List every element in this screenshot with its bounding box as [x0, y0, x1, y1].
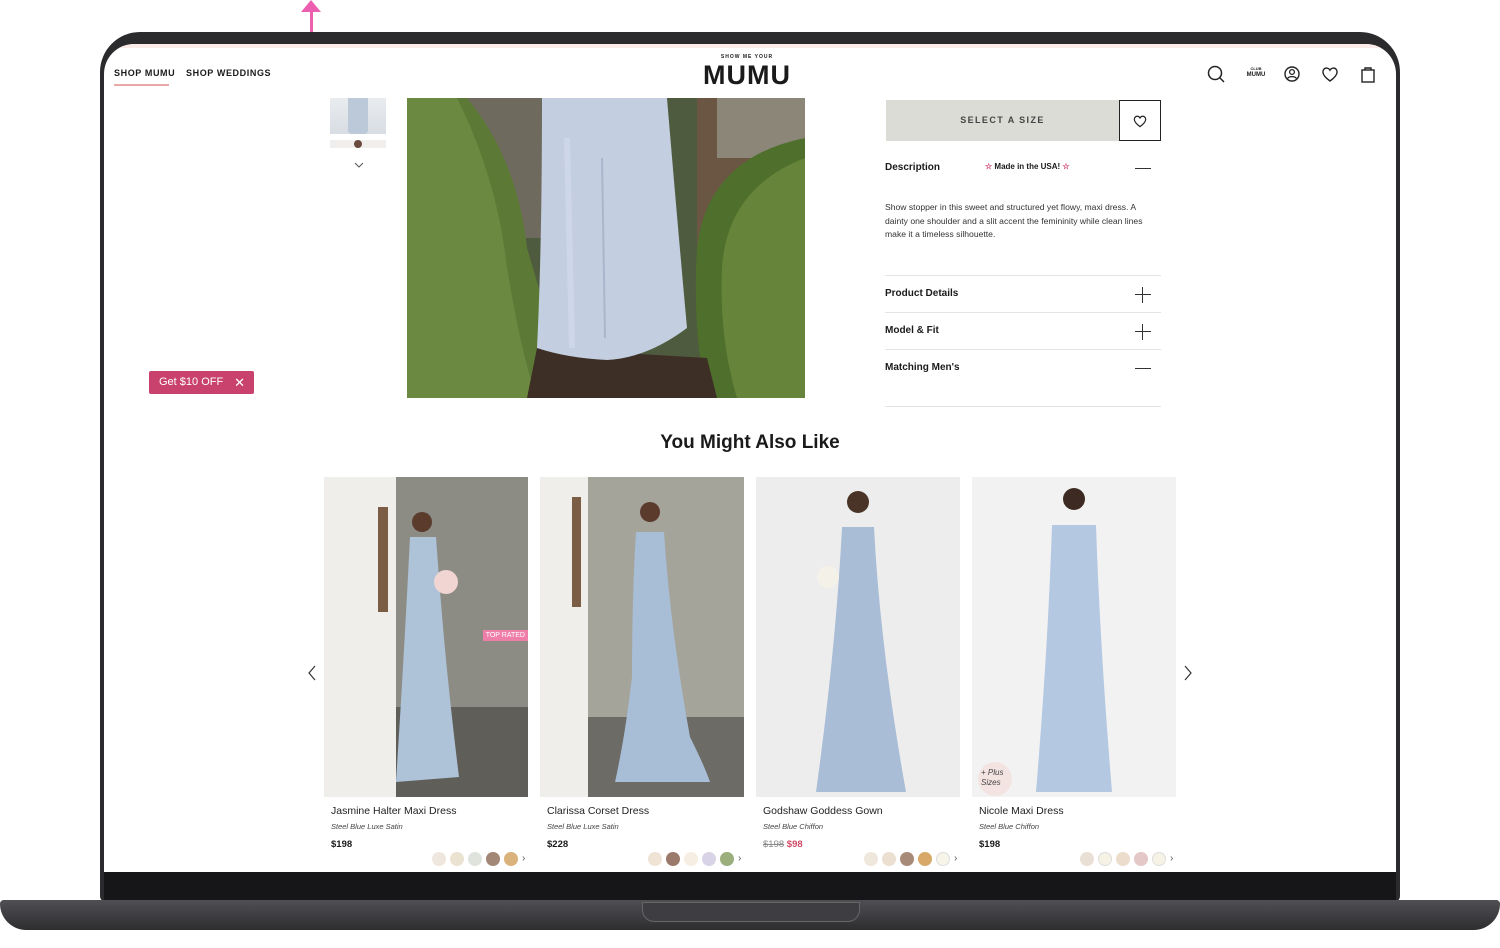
product-card[interactable]: TOP RATED Jasmine Halter Maxi Dress Stee…	[324, 477, 528, 866]
product-card[interactable]: Clarissa Corset Dress Steel Blue Luxe Sa…	[540, 477, 744, 866]
product-price: $228	[547, 839, 569, 850]
color-swatch[interactable]	[504, 852, 518, 866]
color-swatch[interactable]	[684, 852, 698, 866]
color-swatch[interactable]	[1116, 852, 1130, 866]
plus-sizes-line2: Sizes	[981, 778, 1001, 787]
product-card[interactable]: Godshaw Goddess Gown Steel Blue Chiffon …	[756, 477, 960, 866]
nav-shop-mumu[interactable]: SHOP MUMU	[114, 68, 175, 78]
expand-icon[interactable]	[1135, 287, 1151, 303]
color-swatch[interactable]	[936, 852, 950, 866]
color-swatches: ›	[432, 852, 525, 866]
divider	[885, 275, 1161, 276]
chevron-right-icon[interactable]: ›	[738, 852, 741, 866]
product-name[interactable]: Godshaw Goddess Gown	[763, 805, 883, 817]
divider	[885, 312, 1161, 313]
accordion-matching-mens[interactable]: Matching Men's	[885, 362, 960, 373]
accordion-model-fit[interactable]: Model & Fit	[885, 325, 939, 336]
sale-price: $98	[786, 839, 803, 850]
product-color: Steel Blue Luxe Satin	[331, 822, 403, 831]
color-swatch[interactable]	[432, 852, 446, 866]
top-rated-badge: TOP RATED	[482, 630, 528, 641]
star-icon: ☆	[1062, 162, 1070, 171]
chevron-right-icon[interactable]: ›	[954, 852, 957, 866]
carousel-next-icon[interactable]	[1182, 664, 1194, 682]
color-swatch[interactable]	[702, 852, 716, 866]
expand-icon[interactable]	[1135, 324, 1151, 340]
collapse-icon[interactable]	[1135, 368, 1151, 369]
collapse-icon[interactable]	[1135, 168, 1151, 169]
product-card-image[interactable]: + Plus Sizes	[972, 477, 1176, 797]
chevron-down-icon[interactable]	[354, 160, 364, 170]
original-price: $198	[763, 839, 785, 850]
search-icon[interactable]	[1206, 64, 1226, 84]
color-swatch[interactable]	[486, 852, 500, 866]
select-size-button[interactable]: SELECT A SIZE	[886, 100, 1119, 141]
laptop-screen: SHOP MUMU SHOP WEDDINGS SHOW ME YOUR MUM…	[104, 44, 1396, 872]
color-swatch[interactable]	[882, 852, 896, 866]
gallery-thumbnail[interactable]	[330, 98, 386, 134]
chevron-right-icon[interactable]: ›	[1170, 852, 1173, 866]
color-swatch[interactable]	[648, 852, 662, 866]
club-mumu-icon[interactable]: CLUB MUMU	[1244, 66, 1268, 79]
color-swatch[interactable]	[720, 852, 734, 866]
promo-label: Get $10 OFF	[159, 376, 224, 388]
laptop-bezel-bottom	[104, 872, 1396, 900]
annotation-arrow-head	[301, 0, 321, 12]
color-swatch[interactable]	[450, 852, 464, 866]
color-swatches: ›	[1080, 852, 1173, 866]
promo-button[interactable]: Get $10 OFF ✕	[149, 371, 254, 394]
laptop-notch	[642, 902, 860, 922]
made-in-usa-text: Made in the USA!	[994, 162, 1061, 171]
wishlist-icon[interactable]	[1320, 64, 1340, 84]
color-swatch[interactable]	[918, 852, 932, 866]
add-to-wishlist-button[interactable]	[1119, 100, 1161, 141]
plus-sizes-line1: + Plus	[981, 768, 1004, 777]
color-swatch[interactable]	[1152, 852, 1166, 866]
divider	[885, 406, 1161, 407]
product-card[interactable]: + Plus Sizes Nicole Maxi Dress Steel Blu…	[972, 477, 1176, 866]
product-color: Steel Blue Chiffon	[763, 822, 824, 831]
product-card-image[interactable]	[540, 477, 744, 797]
color-swatch[interactable]	[1098, 852, 1112, 866]
gallery-thumbnail[interactable]	[330, 140, 386, 148]
product-name[interactable]: Jasmine Halter Maxi Dress	[331, 805, 456, 817]
heart-icon	[1133, 115, 1147, 128]
close-icon[interactable]: ✕	[234, 371, 245, 394]
product-name[interactable]: Nicole Maxi Dress	[979, 805, 1064, 817]
color-swatch[interactable]	[666, 852, 680, 866]
product-color: Steel Blue Luxe Satin	[547, 822, 619, 831]
product-price: $198	[331, 839, 353, 850]
divider	[885, 349, 1161, 350]
description-heading[interactable]: Description	[885, 162, 940, 173]
product-color: Steel Blue Chiffon	[979, 822, 1040, 831]
plus-sizes-badge: + Plus Sizes	[978, 762, 1012, 796]
chevron-right-icon[interactable]: ›	[522, 852, 525, 866]
product-main-image	[407, 98, 805, 398]
accordion-product-details[interactable]: Product Details	[885, 288, 958, 299]
bag-icon[interactable]	[1358, 64, 1378, 84]
product-description: Show stopper in this sweet and structure…	[885, 202, 1143, 239]
product-card-image[interactable]: TOP RATED	[324, 477, 528, 797]
logo[interactable]: MUMU	[694, 60, 800, 91]
star-icon: ☆	[985, 162, 993, 171]
announcement-bar	[104, 44, 1396, 48]
product-price: $198	[979, 839, 1001, 850]
color-swatch[interactable]	[468, 852, 482, 866]
color-swatches: ›	[864, 852, 957, 866]
nav-shop-weddings[interactable]: SHOP WEDDINGS	[186, 68, 271, 78]
product-price: $198 $98	[763, 839, 803, 850]
color-swatch[interactable]	[1134, 852, 1148, 866]
color-swatch[interactable]	[1080, 852, 1094, 866]
nav-active-underline	[114, 84, 169, 86]
color-swatches: ›	[648, 852, 741, 866]
color-swatch[interactable]	[864, 852, 878, 866]
color-swatch[interactable]	[900, 852, 914, 866]
account-icon[interactable]	[1282, 64, 1302, 84]
club-label-bottom: MUMU	[1246, 72, 1266, 78]
product-name[interactable]: Clarissa Corset Dress	[547, 805, 649, 817]
product-card-image[interactable]	[756, 477, 960, 797]
made-in-usa-note: ☆ Made in the USA! ☆	[985, 162, 1070, 171]
recommendations-title: You Might Also Like	[660, 432, 840, 453]
carousel-prev-icon[interactable]	[306, 664, 318, 682]
